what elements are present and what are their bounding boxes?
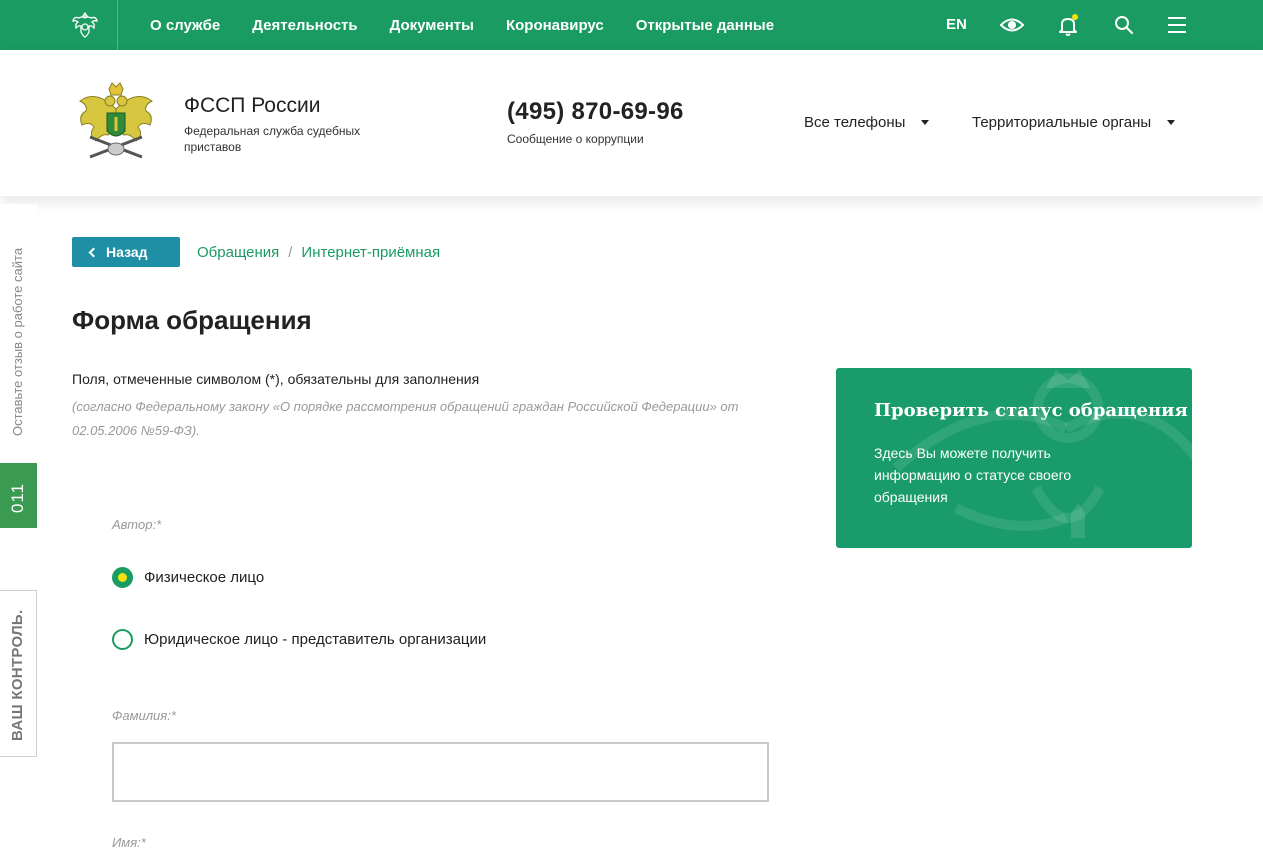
main-menu: О службе Деятельность Документы Коронави… (134, 0, 790, 50)
law-reference-note: (согласно Федеральному закону «О порядке… (72, 399, 739, 438)
menu-icon[interactable] (1165, 13, 1189, 37)
page-title: Форма обращения (72, 305, 312, 335)
back-button[interactable]: Назад (72, 237, 180, 267)
radio-button-checked[interactable] (112, 567, 133, 588)
hotline-phone[interactable]: (495) 870-69-96 (507, 98, 684, 126)
code-011-label: 011 (8, 482, 27, 513)
radio-button-unchecked[interactable] (112, 629, 133, 650)
your-control-tab[interactable]: ВАШ КОНТРОЛЬ. (0, 590, 37, 757)
nav-item-documents[interactable]: Документы (374, 17, 490, 34)
check-status-description: Здесь Вы можете получить информацию о ст… (874, 445, 1072, 505)
radio-legal-entity-label: Юридическое лицо - представитель организ… (144, 631, 487, 648)
surname-input[interactable] (112, 742, 769, 802)
required-fields-note: Поля, отмеченные символом (*), обязатель… (72, 371, 480, 387)
site-feedback-tab[interactable]: Оставьте отзыв о работе сайта (0, 204, 37, 454)
all-phones-label: Все телефоны (804, 114, 906, 131)
emblem-icon[interactable] (70, 10, 100, 40)
breadcrumb-item-internet-reception[interactable]: Интернет-приёмная (301, 244, 440, 261)
nav-item-activity[interactable]: Деятельность (236, 17, 373, 34)
radio-legal-entity[interactable]: Юридическое лицо - представитель организ… (112, 629, 486, 650)
breadcrumb-item-appeals[interactable]: Обращения (197, 244, 279, 261)
language-switch[interactable]: EN (946, 16, 967, 33)
org-subtitle: Федеральная служба судебных приставов (184, 124, 361, 154)
check-status-card[interactable]: Проверить статус обращения Здесь Вы може… (836, 368, 1192, 548)
radio-individual-label: Физическое лицо (144, 569, 265, 586)
back-button-label: Назад (106, 244, 148, 260)
name-label: Имя:* (112, 835, 146, 850)
breadcrumb: Обращения / Интернет-приёмная (197, 244, 440, 261)
check-status-title[interactable]: Проверить статус обращения (874, 400, 1188, 421)
breadcrumb-separator: / (288, 244, 293, 261)
top-nav: О службе Деятельность Документы Коронави… (0, 0, 1263, 50)
site-header: ФССП России Федеральная служба судебных … (0, 50, 1263, 196)
caret-down-icon (921, 120, 930, 125)
eye-icon[interactable] (1000, 13, 1024, 37)
notification-dot (1072, 14, 1078, 20)
caret-down-icon (1167, 120, 1176, 125)
your-control-label: ВАШ КОНТРОЛЬ. (9, 609, 26, 741)
nav-divider (117, 0, 118, 50)
nav-item-open-data[interactable]: Открытые данные (620, 17, 790, 34)
org-name[interactable]: ФССП России (184, 94, 320, 118)
territorial-bodies-label: Территориальные органы (972, 114, 1152, 131)
nav-item-coronavirus[interactable]: Коронавирус (490, 17, 620, 34)
code-011-tab[interactable]: 011 (0, 463, 37, 528)
chevron-left-icon (88, 247, 99, 257)
all-phones-dropdown[interactable]: Все телефоны (804, 114, 930, 131)
bell-icon[interactable] (1056, 13, 1080, 37)
feedback-tab-label: Оставьте отзыв о работе сайта (10, 247, 25, 436)
radio-individual[interactable]: Физическое лицо (112, 567, 264, 588)
search-icon[interactable] (1112, 13, 1136, 37)
logo-emblem-icon[interactable] (76, 79, 156, 167)
nav-item-about[interactable]: О службе (134, 17, 236, 34)
author-label: Автор:* (112, 517, 162, 532)
surname-label: Фамилия:* (112, 708, 176, 723)
territorial-bodies-dropdown[interactable]: Территориальные органы (972, 114, 1176, 131)
phone-caption: Сообщение о коррупции (507, 132, 644, 146)
